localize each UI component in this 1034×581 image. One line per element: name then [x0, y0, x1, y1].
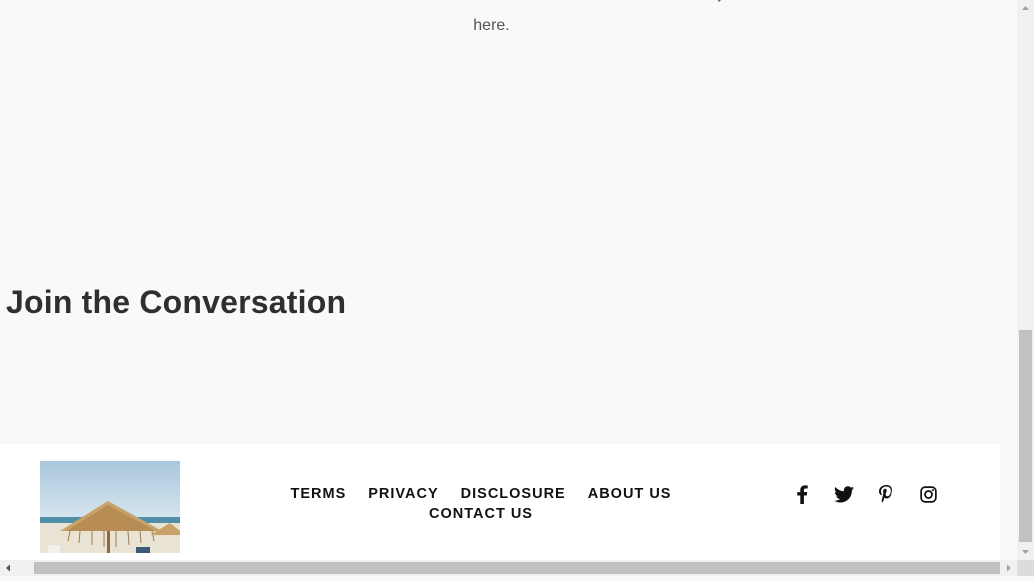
instagram-link[interactable]: [916, 482, 940, 506]
pinterest-icon: [879, 485, 892, 503]
instagram-icon: [919, 485, 937, 503]
footer-nav: TERMS PRIVACY DISCLOSURE ABOUT US CONTACT US: [270, 484, 692, 524]
footer-logo-image[interactable]: [40, 461, 180, 553]
social-links: [790, 482, 940, 506]
twitter-link[interactable]: [832, 482, 856, 506]
footer-link-about-us[interactable]: ABOUT US: [588, 484, 672, 504]
page-content: You have no new offers at this time. Ple…: [0, 0, 1017, 560]
site-footer: TERMS PRIVACY DISCLOSURE ABOUT US CONTACT US: [0, 444, 1000, 560]
footer-link-terms[interactable]: TERMS: [291, 484, 347, 504]
scroll-right-arrow-icon[interactable]: [1000, 560, 1017, 576]
facebook-icon: [797, 484, 808, 504]
vertical-scroll-thumb[interactable]: [1019, 330, 1032, 542]
scroll-left-arrow-icon[interactable]: [0, 560, 17, 576]
scroll-up-arrow-icon[interactable]: [1017, 0, 1034, 17]
footer-link-contact-us[interactable]: CONTACT US: [429, 504, 533, 524]
facebook-link[interactable]: [790, 482, 814, 506]
discussions-link[interactable]: here.: [473, 17, 509, 34]
horizontal-scroll-thumb[interactable]: [34, 562, 1000, 574]
join-conversation-heading: Join the Conversation: [6, 284, 347, 320]
scrollbar-corner: [1017, 560, 1034, 576]
pinterest-link[interactable]: [874, 482, 898, 506]
scroll-down-arrow-icon[interactable]: [1017, 543, 1034, 560]
vertical-scrollbar[interactable]: [1017, 0, 1034, 560]
horizontal-scrollbar[interactable]: [0, 560, 1017, 576]
footer-link-disclosure[interactable]: DISCLOSURE: [461, 484, 566, 504]
no-offers-notice: You have no new offers at this time. Ple…: [20, 0, 963, 42]
notice-line-1: You have no new offers at this time. Ple…: [20, 0, 963, 10]
footer-link-privacy[interactable]: PRIVACY: [368, 484, 438, 504]
twitter-icon: [834, 485, 854, 502]
